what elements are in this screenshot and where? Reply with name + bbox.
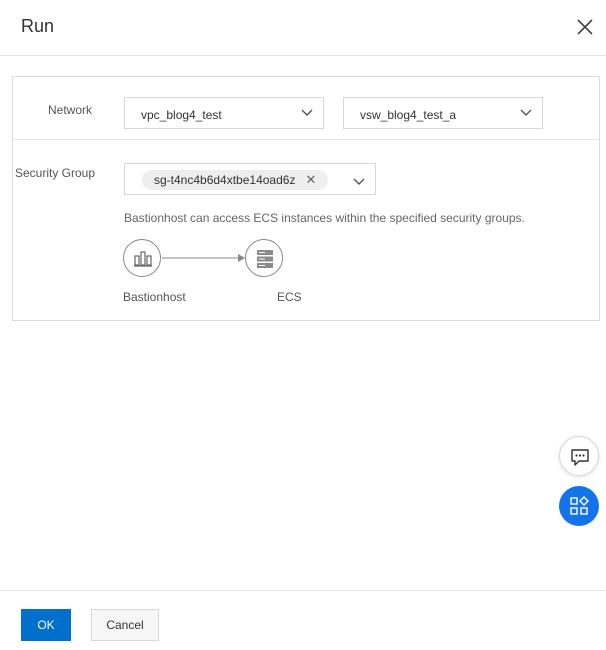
dialog-footer: OK Cancel	[0, 590, 606, 650]
section-divider	[13, 139, 599, 140]
security-group-tag: sg-t4nc4b6d4xtbe14oad6z ✕	[142, 170, 329, 190]
dialog-title: Run	[21, 16, 55, 36]
chevron-down-icon	[301, 108, 313, 118]
ecs-label: ECS	[277, 290, 302, 304]
bastionhost-node	[123, 239, 161, 277]
security-group-select[interactable]: sg-t4nc4b6d4xtbe14oad6z ✕	[124, 163, 376, 195]
tag-remove-icon[interactable]: ✕	[305, 170, 316, 190]
run-form-panel: Network vpc_blog4_test vsw_blog4_test_a …	[12, 76, 600, 321]
close-button[interactable]	[574, 16, 596, 38]
vswitch-select[interactable]: vsw_blog4_test_a	[343, 97, 543, 129]
apps-icon	[570, 496, 589, 515]
security-group-label: Security Group	[15, 166, 96, 180]
ecs-node	[245, 239, 283, 277]
vswitch-select-value: vsw_blog4_test_a	[360, 108, 457, 122]
close-icon[interactable]	[574, 16, 596, 38]
dialog-header: Run	[0, 0, 606, 56]
network-label: Network	[48, 103, 93, 117]
server-icon	[257, 250, 273, 268]
security-group-tag-label: sg-t4nc4b6d4xtbe14oad6z	[154, 173, 296, 187]
security-group-help-text: Bastionhost can access ECS instances wit…	[124, 211, 525, 225]
cancel-button[interactable]: Cancel	[91, 609, 159, 641]
chat-icon	[571, 449, 589, 466]
vpc-select-value: vpc_blog4_test	[141, 108, 222, 122]
chevron-down-icon[interactable]	[353, 174, 365, 185]
bastionhost-icon	[134, 251, 152, 267]
vpc-select[interactable]: vpc_blog4_test	[124, 97, 324, 129]
ok-button[interactable]: OK	[21, 609, 71, 641]
bastionhost-label: Bastionhost	[123, 290, 186, 304]
apps-button[interactable]	[559, 486, 599, 526]
flow-arrow	[162, 254, 245, 262]
chevron-down-icon	[520, 108, 532, 118]
feedback-button[interactable]	[559, 436, 599, 476]
